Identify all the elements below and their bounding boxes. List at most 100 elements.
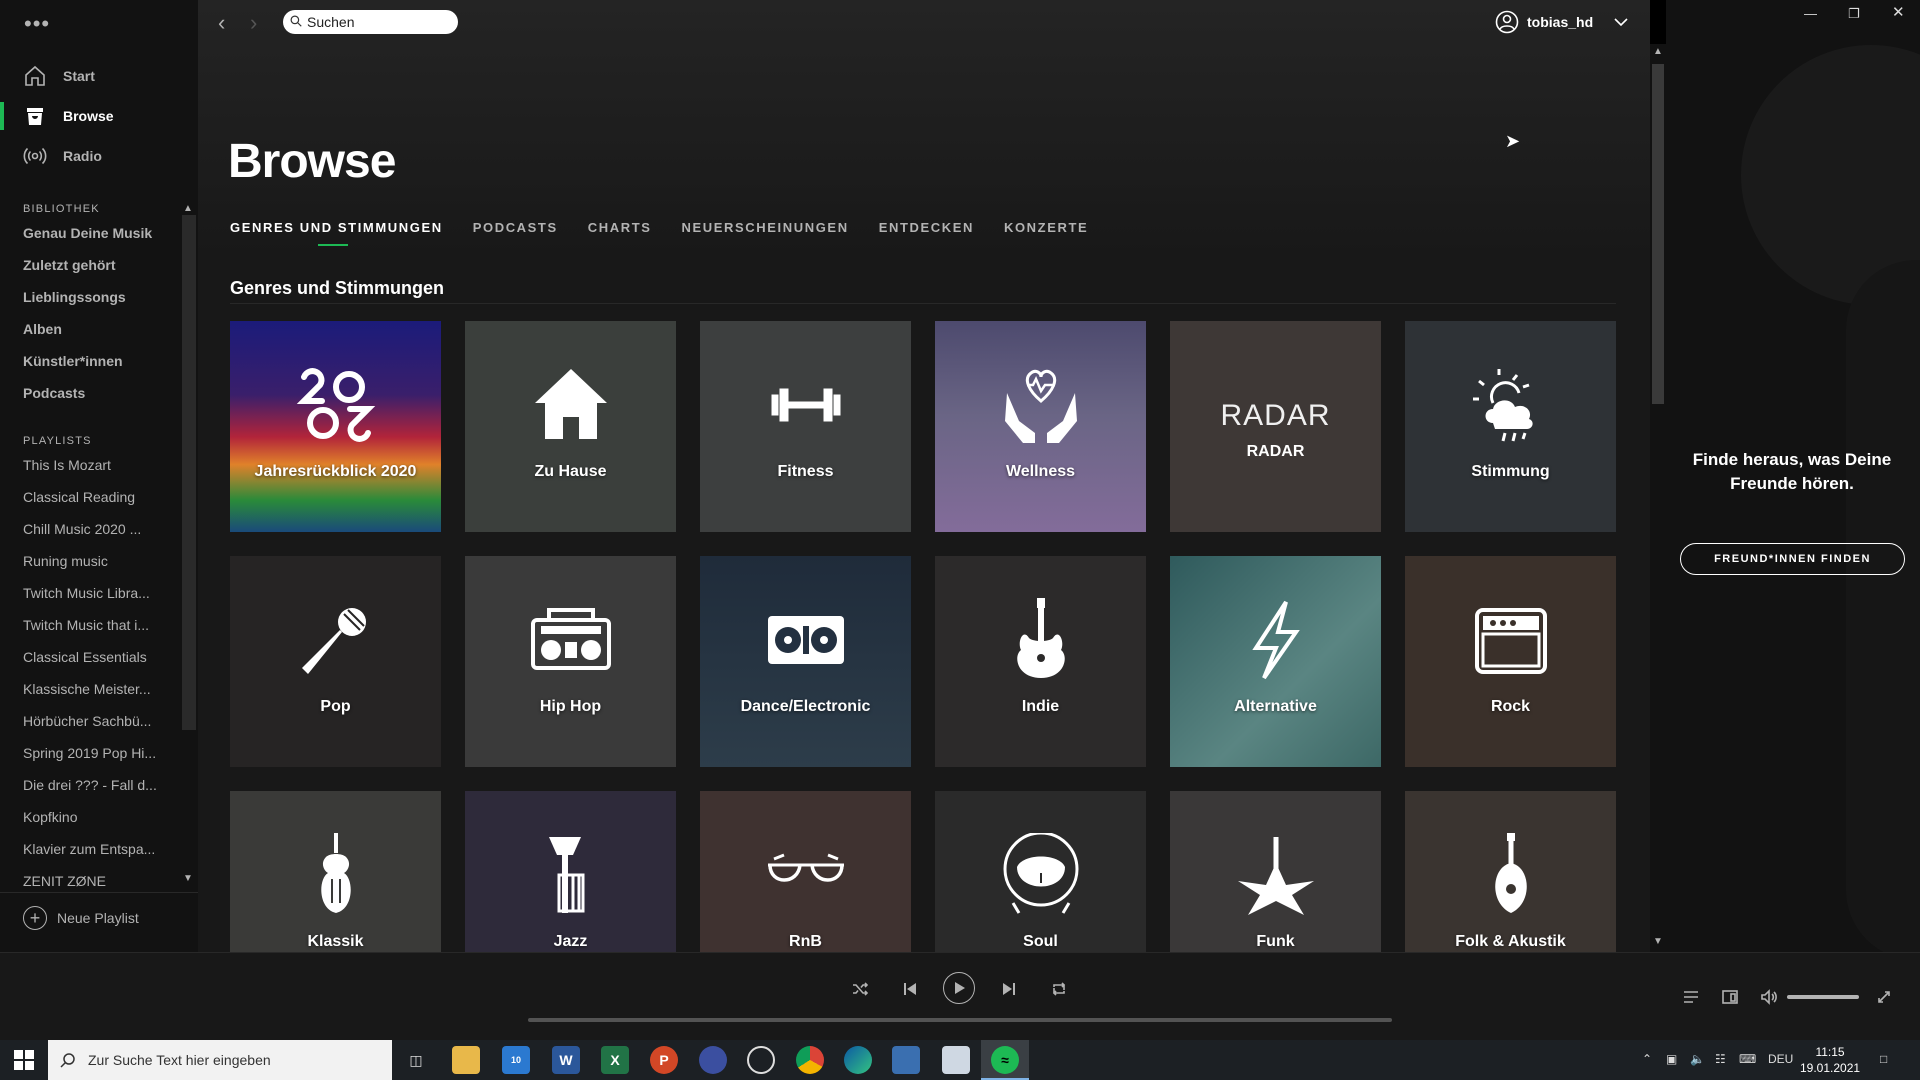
nav-start[interactable]: Start [0,58,198,94]
edge-icon[interactable] [844,1046,872,1074]
word-icon[interactable]: W [552,1046,580,1074]
minimize-icon[interactable]: — [1804,6,1817,21]
volume-icon[interactable] [1761,989,1777,1010]
app-icon[interactable] [892,1046,920,1074]
library-item[interactable]: Genau Deine Musik [23,225,173,241]
new-playlist-button[interactable]: + Neue Playlist [23,906,139,930]
chevron-down-icon[interactable] [1613,14,1629,30]
search-input[interactable]: Suchen [283,10,458,34]
tab-podcasts[interactable]: PODCASTS [473,220,558,235]
genre-tile-funk[interactable]: Funk [1170,791,1381,952]
genre-tile-indie[interactable]: Indie [935,556,1146,767]
library-item[interactable]: Alben [23,321,173,337]
playlist-item[interactable]: ZENIT ZØNE [23,873,173,889]
main-scrollbar[interactable]: ▲ ▼ [1650,44,1666,952]
fullscreen-icon[interactable] [1876,989,1892,1010]
genre-tile-jazz[interactable]: Jazz [465,791,676,952]
progress-bar[interactable] [528,1018,1392,1022]
playlist-item[interactable]: Classical Essentials [23,649,173,665]
genre-tile-alternative[interactable]: Alternative [1170,556,1381,767]
windows-start-icon[interactable] [14,1050,34,1070]
new-playlist-label: Neue Playlist [57,910,139,926]
playlist-item[interactable]: Runing music [23,553,173,569]
library-item[interactable]: Künstler*innen [23,353,173,369]
previous-icon[interactable] [902,981,918,1002]
genre-tile-pop[interactable]: Pop [230,556,441,767]
restore-icon[interactable]: ❐ [1848,6,1860,22]
tab-genres[interactable]: GENRES UND STIMMUNGEN [230,220,443,246]
playlist-item[interactable]: Chill Music 2020 ... [23,521,173,537]
close-icon[interactable]: ✕ [1892,3,1905,21]
genre-tile-stimmung[interactable]: Stimmung [1405,321,1616,532]
playlist-item[interactable]: Twitch Music that i... [23,617,173,633]
library-item[interactable]: Podcasts [23,385,173,401]
notification-icon[interactable]: □ [1880,1052,1887,1066]
genre-tile-fitness[interactable]: Fitness [700,321,911,532]
app-icon[interactable] [699,1046,727,1074]
task-view-icon[interactable]: ◫ [402,1046,430,1074]
tab-charts[interactable]: CHARTS [588,220,652,235]
scrollbar-thumb[interactable] [1652,64,1664,404]
keyboard-icon[interactable]: ⌨ [1739,1052,1756,1066]
next-icon[interactable] [1001,981,1017,1002]
network-icon[interactable]: ☷ [1715,1052,1726,1066]
speaker-icon[interactable]: 🔈 [1690,1052,1705,1066]
menu-dots-icon[interactable]: ••• [24,13,50,35]
genre-tile-rnb[interactable]: RnB [700,791,911,952]
scroll-up-icon[interactable]: ▲ [1653,46,1663,57]
genre-tile-dance-electronic[interactable]: Dance/Electronic [700,556,911,767]
genre-tile-zu-hause[interactable]: Zu Hause [465,321,676,532]
forward-arrow-icon[interactable]: › [250,10,257,36]
taskbar-search-input[interactable]: Zur Suche Text hier eingeben [48,1040,392,1080]
tab-concerts[interactable]: KONZERTE [1004,220,1088,235]
tray-app-icon[interactable]: ▣ [1666,1052,1677,1066]
playlist-item[interactable]: Hörbücher Sachbü... [23,713,173,729]
chrome-icon[interactable] [796,1046,824,1074]
repeat-icon[interactable] [1051,981,1067,1002]
playlist-item[interactable]: Spring 2019 Pop Hi... [23,745,173,761]
genre-tile-hip-hop[interactable]: Hip Hop [465,556,676,767]
genre-tile-radar[interactable]: RADAR RADAR [1170,321,1381,532]
user-menu[interactable]: tobias_hd [1495,10,1637,34]
nav-browse[interactable]: Browse [0,98,198,134]
scroll-down-icon[interactable]: ▼ [1653,936,1663,947]
playlist-item[interactable]: Twitch Music Libra... [23,585,173,601]
library-item[interactable]: Zuletzt gehört [23,257,173,273]
genre-tile-jahresr-ckblick-2020[interactable]: Jahresrückblick 2020 [230,321,441,532]
notepad-icon[interactable] [942,1046,970,1074]
playlist-item[interactable]: This Is Mozart [23,457,173,473]
tray-chevron-icon[interactable]: ⌃ [1642,1052,1652,1066]
playlist-item[interactable]: Kopfkino [23,809,173,825]
find-friends-button[interactable]: FREUND*INNEN FINDEN [1680,543,1905,575]
devices-icon[interactable] [1722,989,1738,1010]
genre-tile-folk-akustik[interactable]: Folk & Akustik [1405,791,1616,952]
spotify-icon[interactable]: ≈ [991,1046,1019,1074]
play-button[interactable] [943,972,975,1004]
nav-radio[interactable]: Radio [0,138,198,174]
volume-slider[interactable] [1787,995,1859,999]
tab-discover[interactable]: ENTDECKEN [879,220,974,235]
library-item[interactable]: Lieblingssongs [23,289,173,305]
genre-tile-soul[interactable]: Soul [935,791,1146,952]
queue-icon[interactable] [1683,989,1699,1010]
obs-icon[interactable] [747,1046,775,1074]
playlist-item[interactable]: Klassische Meister... [23,681,173,697]
sidebar-scroll-up-icon[interactable]: ▲ [183,203,193,214]
sidebar-scroll-down-icon[interactable]: ▼ [183,873,193,884]
powerpoint-icon[interactable]: P [650,1046,678,1074]
language-indicator[interactable]: DEU [1768,1052,1793,1066]
playlist-item[interactable]: Klavier zum Entspa... [23,841,173,857]
genre-tile-klassik[interactable]: Klassik [230,791,441,952]
tab-new-releases[interactable]: NEUERSCHEINUNGEN [682,220,849,235]
sidebar-scrollbar[interactable] [182,215,196,730]
clock[interactable]: 11:15 19.01.2021 [1800,1044,1860,1076]
back-arrow-icon[interactable]: ‹ [218,10,225,36]
genre-tile-rock[interactable]: Rock [1405,556,1616,767]
mail-icon[interactable]: 10 [502,1046,530,1074]
excel-icon[interactable]: X [601,1046,629,1074]
file-explorer-icon[interactable] [452,1046,480,1074]
playlist-item[interactable]: Classical Reading [23,489,173,505]
playlist-item[interactable]: Die drei ??? - Fall d... [23,777,173,793]
shuffle-icon[interactable] [852,981,869,1002]
genre-tile-wellness[interactable]: Wellness [935,321,1146,532]
